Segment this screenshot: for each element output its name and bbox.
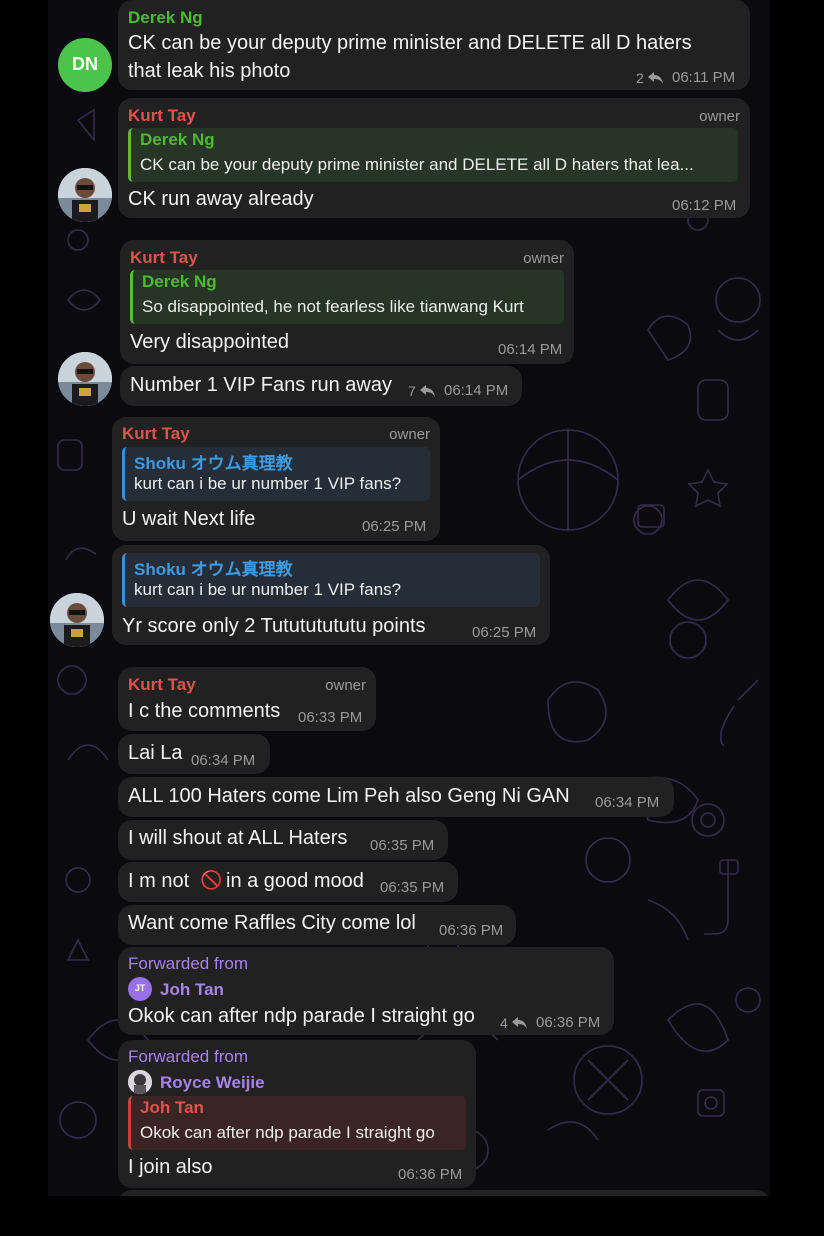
message-time: 06:36 PM bbox=[536, 1014, 601, 1031]
message-bubble[interactable]: Want come Raffles City come lol 06:36 PM bbox=[118, 905, 516, 945]
avatar-kurt-tay[interactable] bbox=[58, 168, 112, 222]
message-time: 06:36 PM bbox=[439, 922, 504, 939]
message-time: 06:34 PM bbox=[191, 752, 256, 769]
message-text: I m not bbox=[128, 870, 190, 892]
reply-arrow-icon bbox=[512, 1017, 527, 1029]
forwarded-label: Forwarded from bbox=[128, 954, 248, 973]
message-text: U wait Next life bbox=[122, 508, 256, 530]
sender-name[interactable]: Derek Ng bbox=[128, 8, 203, 28]
message-text: Number 1 VIP Fans run away bbox=[130, 374, 392, 396]
message-bubble[interactable]: Lai La 06:34 PM bbox=[118, 734, 270, 774]
quote-text: kurt can i be ur number 1 VIP fans? bbox=[134, 474, 402, 493]
forward-source-avatar[interactable] bbox=[128, 1070, 152, 1094]
reply-arrow-icon bbox=[648, 72, 663, 84]
quote-text: CK can be your deputy prime minister and… bbox=[140, 155, 694, 174]
message-text: Lai La bbox=[128, 742, 183, 764]
owner-badge: owner bbox=[699, 108, 740, 125]
reply-quote[interactable]: Shoku オウム真理教 kurt can i be ur number 1 V… bbox=[122, 447, 430, 501]
message-text: Very disappointed bbox=[130, 331, 290, 353]
reply-count: 4 bbox=[500, 1015, 508, 1031]
forwarded-message-bubble[interactable]: Forwarded from JT Joh Tan Okok can after… bbox=[118, 947, 614, 1035]
avatar-derek-ng[interactable]: DN bbox=[58, 38, 112, 92]
quote-text: Okok can after ndp parade I straight go bbox=[140, 1123, 435, 1142]
quote-name: Shoku オウム真理教 bbox=[134, 454, 293, 473]
kurt-photo-icon bbox=[50, 593, 104, 647]
message-text: I join also bbox=[128, 1156, 213, 1178]
message-time: 06:35 PM bbox=[370, 837, 435, 854]
message-bubble-kurt-tay[interactable]: Kurt Tay owner Shoku オウム真理教 kurt can i b… bbox=[112, 417, 440, 541]
avatar-kurt-tay[interactable] bbox=[58, 352, 112, 406]
message-bubble-partial[interactable] bbox=[118, 1190, 770, 1196]
message-time: 06:25 PM bbox=[472, 624, 537, 641]
quote-name: Joh Tan bbox=[140, 1098, 204, 1117]
forward-source-name[interactable]: Royce Weijie bbox=[160, 1073, 265, 1093]
message-bubble[interactable]: ALL 100 Haters come Lim Peh also Geng Ni… bbox=[118, 777, 674, 817]
message-time: 06:34 PM bbox=[595, 794, 660, 811]
reply-count: 2 bbox=[636, 70, 644, 86]
reply-quote[interactable]: Derek Ng So disappointed, he not fearles… bbox=[130, 270, 564, 324]
forwarded-message-bubble[interactable]: Forwarded from Royce Weijie Joh Tan Okok… bbox=[118, 1040, 476, 1188]
message-time: 06:35 PM bbox=[380, 879, 445, 896]
quote-text: kurt can i be ur number 1 VIP fans? bbox=[134, 580, 402, 599]
message-text: Yr score only 2 Tutututututu points bbox=[122, 615, 426, 637]
owner-badge: owner bbox=[325, 677, 366, 694]
quote-name: Derek Ng bbox=[142, 272, 217, 291]
avatar-initials: DN bbox=[72, 54, 98, 74]
message-time: 06:25 PM bbox=[362, 518, 427, 535]
no-entry-emoji-icon: 🚫 bbox=[200, 870, 223, 890]
message-time: 06:12 PM bbox=[672, 197, 737, 214]
message-text: CK run away already bbox=[128, 188, 314, 210]
quote-name: Shoku オウム真理教 bbox=[134, 560, 293, 579]
royce-photo-icon bbox=[128, 1070, 152, 1094]
message-text: Want come Raffles City come lol bbox=[128, 912, 416, 934]
reply-quote[interactable]: Derek Ng CK can be your deputy prime min… bbox=[128, 128, 738, 182]
message-time: 06:11 PM bbox=[672, 69, 736, 86]
message-text: I c the comments bbox=[128, 700, 281, 722]
kurt-photo-icon bbox=[58, 168, 112, 222]
quote-text: So disappointed, he not fearless like ti… bbox=[142, 297, 524, 316]
message-time: 06:36 PM bbox=[398, 1166, 463, 1183]
sender-name[interactable]: Kurt Tay bbox=[128, 106, 196, 126]
message-bubble[interactable]: Shoku オウム真理教 kurt can i be ur number 1 V… bbox=[112, 545, 550, 645]
owner-badge: owner bbox=[389, 426, 430, 443]
forward-source-name[interactable]: Joh Tan bbox=[160, 980, 224, 1000]
sender-name[interactable]: Kurt Tay bbox=[130, 248, 198, 268]
sender-name[interactable]: Kurt Tay bbox=[122, 424, 190, 444]
sender-name[interactable]: Kurt Tay bbox=[128, 675, 196, 695]
message-bubble-derek-ng[interactable]: Derek Ng CK can be your deputy prime min… bbox=[118, 0, 750, 90]
message-text: ALL 100 Haters come Lim Peh also Geng Ni… bbox=[128, 785, 570, 807]
message-bubble-kurt-tay[interactable]: Kurt Tay owner Derek Ng So disappointed,… bbox=[120, 240, 574, 364]
avatar-initials: JT bbox=[134, 983, 146, 993]
message-time: 06:14 PM bbox=[444, 382, 509, 399]
reply-quote[interactable]: Shoku オウム真理教 kurt can i be ur number 1 V… bbox=[122, 553, 540, 607]
forward-source-avatar[interactable]: JT bbox=[128, 977, 152, 1001]
message-bubble[interactable]: I m not 🚫 in a good mood 06:35 PM bbox=[118, 862, 458, 902]
reply-arrow-icon bbox=[420, 385, 435, 397]
message-time: 06:33 PM bbox=[298, 709, 363, 726]
chat-area[interactable]: DN Derek Ng CK can be your deputy prime … bbox=[48, 0, 770, 1196]
message-text-rest: in a good mood bbox=[226, 870, 364, 892]
kurt-photo-icon bbox=[58, 352, 112, 406]
message-time: 06:14 PM bbox=[498, 341, 563, 358]
avatar-kurt-tay[interactable] bbox=[50, 593, 104, 647]
reply-count: 7 bbox=[408, 383, 416, 399]
message-bubble[interactable]: I will shout at ALL Haters 06:35 PM bbox=[118, 820, 448, 860]
forwarded-label: Forwarded from bbox=[128, 1047, 248, 1066]
message-bubble-kurt-tay[interactable]: Kurt Tay owner I c the comments 06:33 PM bbox=[118, 667, 376, 731]
message-text: I will shout at ALL Haters bbox=[128, 827, 348, 849]
message-text-line2: that leak his photo bbox=[128, 60, 291, 82]
message-text: CK can be your deputy prime minister and… bbox=[128, 32, 692, 54]
reply-quote[interactable]: Joh Tan Okok can after ndp parade I stra… bbox=[128, 1096, 466, 1150]
message-text: Okok can after ndp parade I straight go bbox=[128, 1005, 475, 1027]
message-bubble-kurt-tay[interactable]: Kurt Tay owner Derek Ng CK can be your d… bbox=[118, 98, 750, 218]
message-bubble[interactable]: Number 1 VIP Fans run away 7 06:14 PM bbox=[120, 366, 522, 406]
quote-name: Derek Ng bbox=[140, 130, 215, 149]
owner-badge: owner bbox=[523, 250, 564, 267]
